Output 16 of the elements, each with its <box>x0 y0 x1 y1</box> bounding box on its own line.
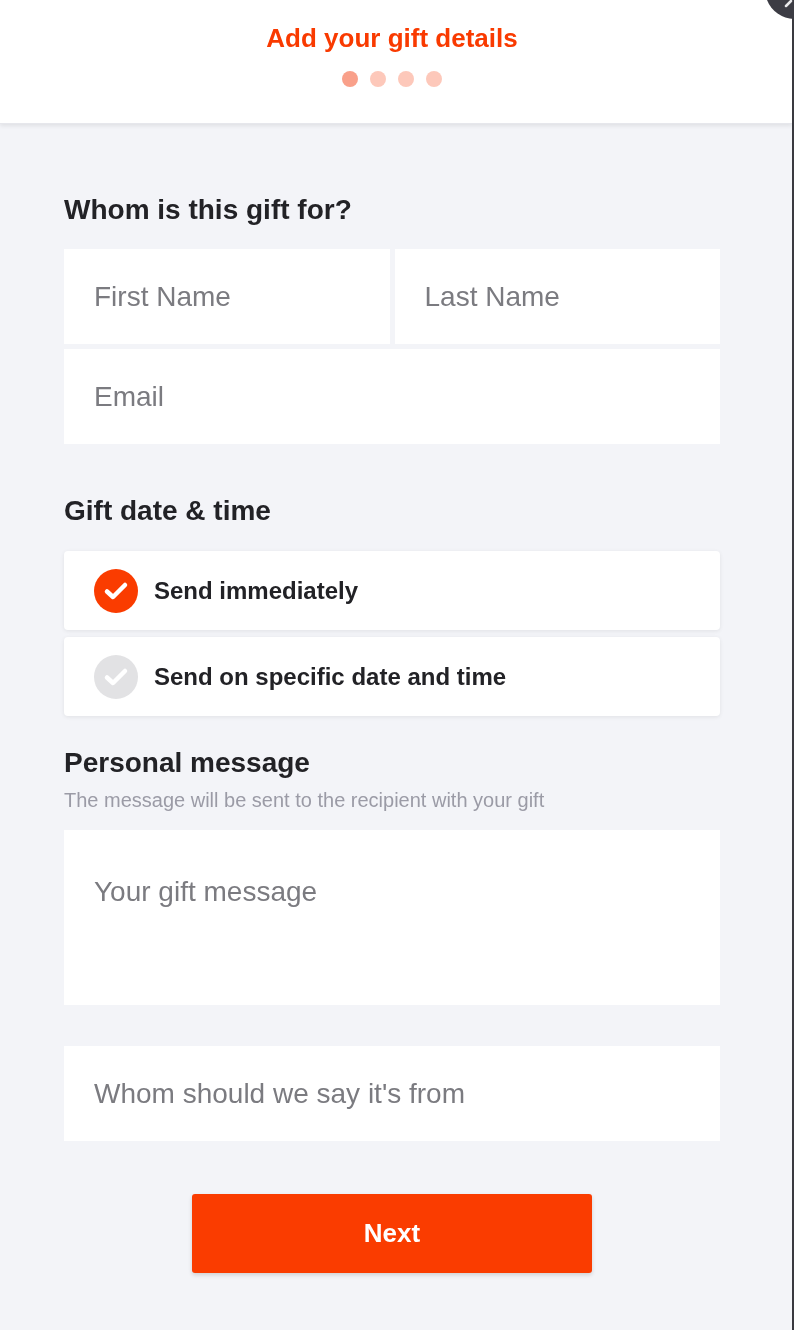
page-title: Add your gift details <box>266 22 518 54</box>
next-button[interactable]: Next <box>192 1194 592 1273</box>
send-option[interactable]: Send on specific date and time <box>64 637 720 716</box>
input-field[interactable]: First Name <box>64 249 390 344</box>
section-heading: Whom is this gift for? <box>64 193 353 227</box>
close-icon[interactable] <box>767 0 794 19</box>
section-hint: The message will be sent to the recipient with your gift <box>64 788 546 813</box>
input-field[interactable]: Email <box>64 349 720 444</box>
option-label: Send on specific date and time <box>154 661 507 692</box>
option-label: Send immediately <box>154 575 359 606</box>
send-option[interactable]: Send immediately <box>64 551 720 630</box>
section-heading: Personal message <box>64 746 311 780</box>
section-heading: Gift date & time <box>64 494 272 528</box>
message-field[interactable]: Your gift message <box>64 830 720 1005</box>
input-field[interactable]: Whom should we say it's from <box>64 1046 720 1141</box>
input-field[interactable]: Last Name <box>394 249 720 344</box>
